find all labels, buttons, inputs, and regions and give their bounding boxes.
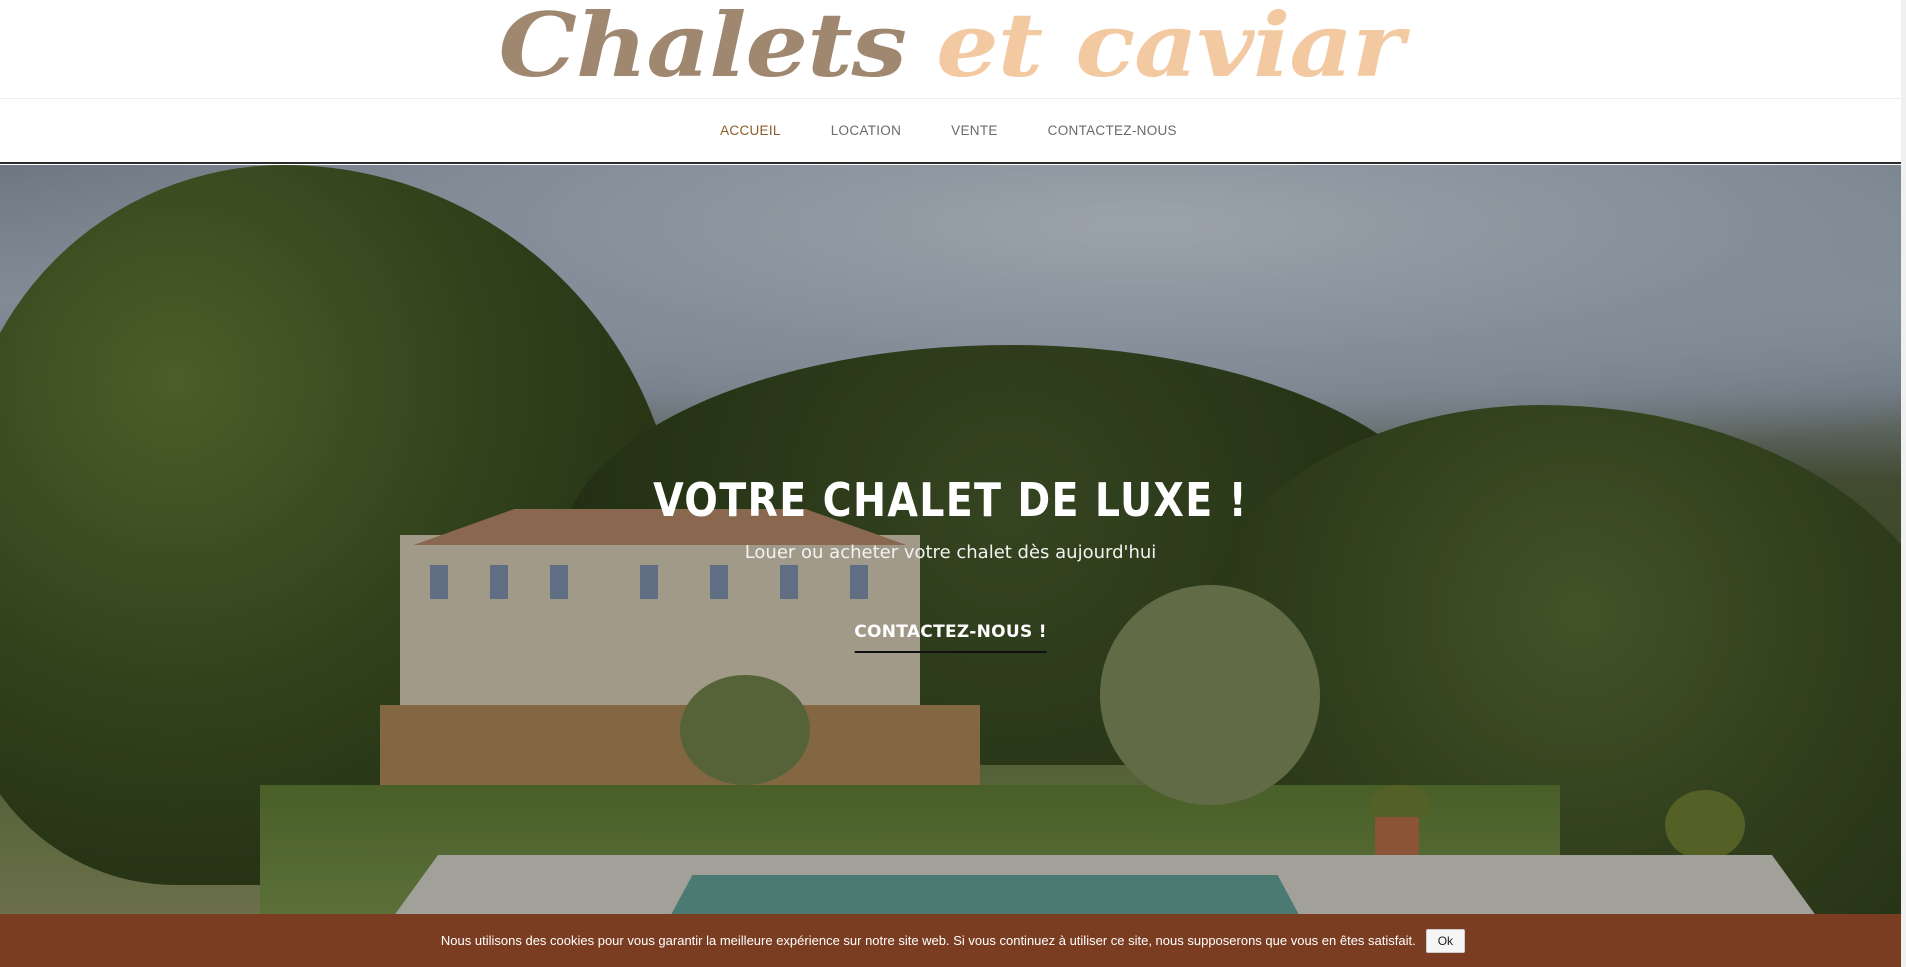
logo-text-part2: et caviar: [935, 0, 1404, 97]
site-logo[interactable]: Chalets et caviar: [0, 0, 1901, 99]
nav-item-contactez-nous[interactable]: CONTACTEZ-NOUS: [1023, 123, 1202, 138]
cookie-message: Nous utilisons des cookies pour vous gar…: [440, 933, 1416, 948]
nav-item-accueil[interactable]: ACCUEIL: [695, 123, 806, 138]
main-nav: ACCUEIL LOCATION VENTE CONTACTEZ-NOUS: [0, 99, 1901, 164]
logo-text: Chalets et caviar: [498, 1, 1403, 90]
hero-title: VOTRE CHALET DE LUXE !: [653, 473, 1248, 527]
site-header: Chalets et caviar: [0, 0, 1901, 99]
nav-list: ACCUEIL LOCATION VENTE CONTACTEZ-NOUS: [695, 123, 1202, 138]
scrollbar[interactable]: [1901, 0, 1906, 967]
hero-subtitle: Louer ou acheter votre chalet dès aujour…: [744, 542, 1157, 563]
cookie-ok-button[interactable]: Ok: [1425, 928, 1466, 953]
nav-item-location[interactable]: LOCATION: [806, 123, 926, 138]
contact-cta-button[interactable]: CONTACTEZ-NOUS !: [854, 622, 1047, 653]
nav-item-vente[interactable]: VENTE: [926, 123, 1023, 138]
logo-text-part1: Chalets: [498, 0, 906, 97]
cookie-banner: Nous utilisons des cookies pour vous gar…: [0, 914, 1906, 967]
hero-content: VOTRE CHALET DE LUXE ! Louer ou acheter …: [0, 165, 1901, 915]
hero-section: VOTRE CHALET DE LUXE ! Louer ou acheter …: [0, 165, 1901, 915]
